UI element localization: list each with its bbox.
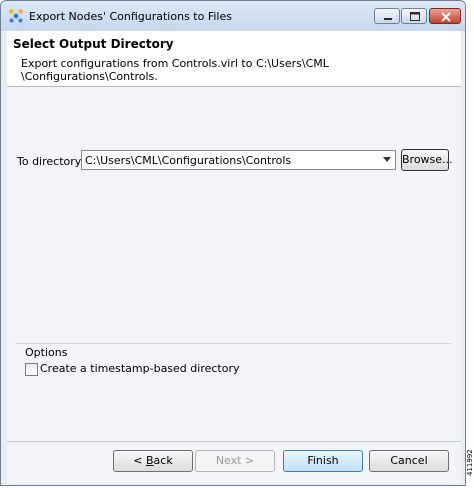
window-title: Export Nodes' Configurations to Files [29,10,232,23]
cancel-button[interactable]: Cancel [369,450,449,472]
maximize-icon [410,12,420,21]
browse-button[interactable]: Browse... [401,149,453,171]
page-description: Export configurations from Controls.virl… [21,57,441,83]
title-bar[interactable]: Export Nodes' Configurations to Files [1,1,465,31]
directory-value: C:\Users\CML\Configurations\Controls [85,154,292,167]
options-group: Options Create a timestamp-based directo… [15,343,451,384]
close-button[interactable] [429,8,461,24]
figure-id-tag: 411992 [466,440,474,488]
close-icon [441,12,451,22]
wizard-banner: Select Output Directory Export configura… [7,31,461,87]
page-title: Select Output Directory [13,37,174,51]
timestamp-checkbox-label[interactable]: Create a timestamp-based directory [40,362,240,375]
directory-combobox[interactable]: C:\Users\CML\Configurations\Controls [81,150,396,170]
back-mnemonic: B [146,454,154,467]
export-dialog-window: Export Nodes' Configurations to Files Se… [0,0,466,486]
description-line-2: \Configurations\Controls. [21,70,158,83]
wizard-content: To directory: C:\Users\CML\Configuration… [7,87,461,441]
next-button[interactable]: Next > [195,450,275,472]
directory-label: To directory: [17,155,85,168]
figure-id-text: 411992 [466,449,474,476]
dropdown-arrow-icon[interactable] [383,157,391,162]
back-button[interactable]: < Back [113,450,193,472]
minimize-button[interactable] [374,8,400,24]
minimize-icon [384,18,392,20]
app-icon [9,9,23,23]
back-arrow: < [133,454,146,467]
timestamp-checkbox[interactable] [25,363,38,376]
finish-button[interactable]: Finish [283,450,363,472]
maximize-button[interactable] [401,8,427,24]
description-line-1: Export configurations from Controls.virl… [21,57,329,70]
back-rest: ack [153,454,173,467]
button-bar: < Back Next > Finish Cancel [7,441,461,484]
options-label: Options [25,346,68,359]
